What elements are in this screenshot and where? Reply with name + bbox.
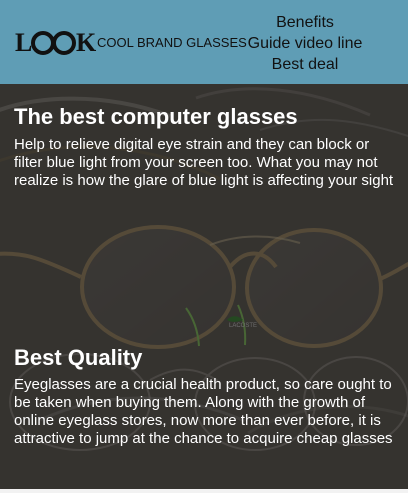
logo-bridge	[52, 40, 55, 44]
best-quality-heading: Best Quality	[14, 345, 143, 370]
logo-lens-left	[31, 31, 55, 55]
site-header: L K COOL BRAND GLASSES Benefits Guide vi…	[0, 0, 408, 84]
brand-logo[interactable]: L K	[15, 28, 99, 58]
best-computer-glasses-description: Help to relieve digital eye strain and t…	[14, 136, 394, 189]
nav-guide-video-line-link[interactable]: Guide video line	[248, 33, 363, 54]
main-navigation: Benefits Guide video line Best deal	[220, 12, 390, 75]
bottom-divider	[0, 489, 408, 493]
hero-section: LACOSTE The best computer glasses Help t…	[0, 84, 408, 493]
logo-k-letter: K	[76, 28, 97, 57]
nav-best-deal-link[interactable]: Best deal	[272, 54, 339, 75]
best-quality-description: Eyeglasses are a crucial health product,…	[14, 376, 393, 447]
look-logo-icon: L K	[15, 28, 97, 57]
nav-benefits-link[interactable]: Benefits	[276, 12, 334, 33]
logo-lens-right	[52, 31, 76, 55]
best-computer-glasses-heading: The best computer glasses	[14, 104, 298, 129]
logo-l-letter: L	[15, 28, 32, 57]
